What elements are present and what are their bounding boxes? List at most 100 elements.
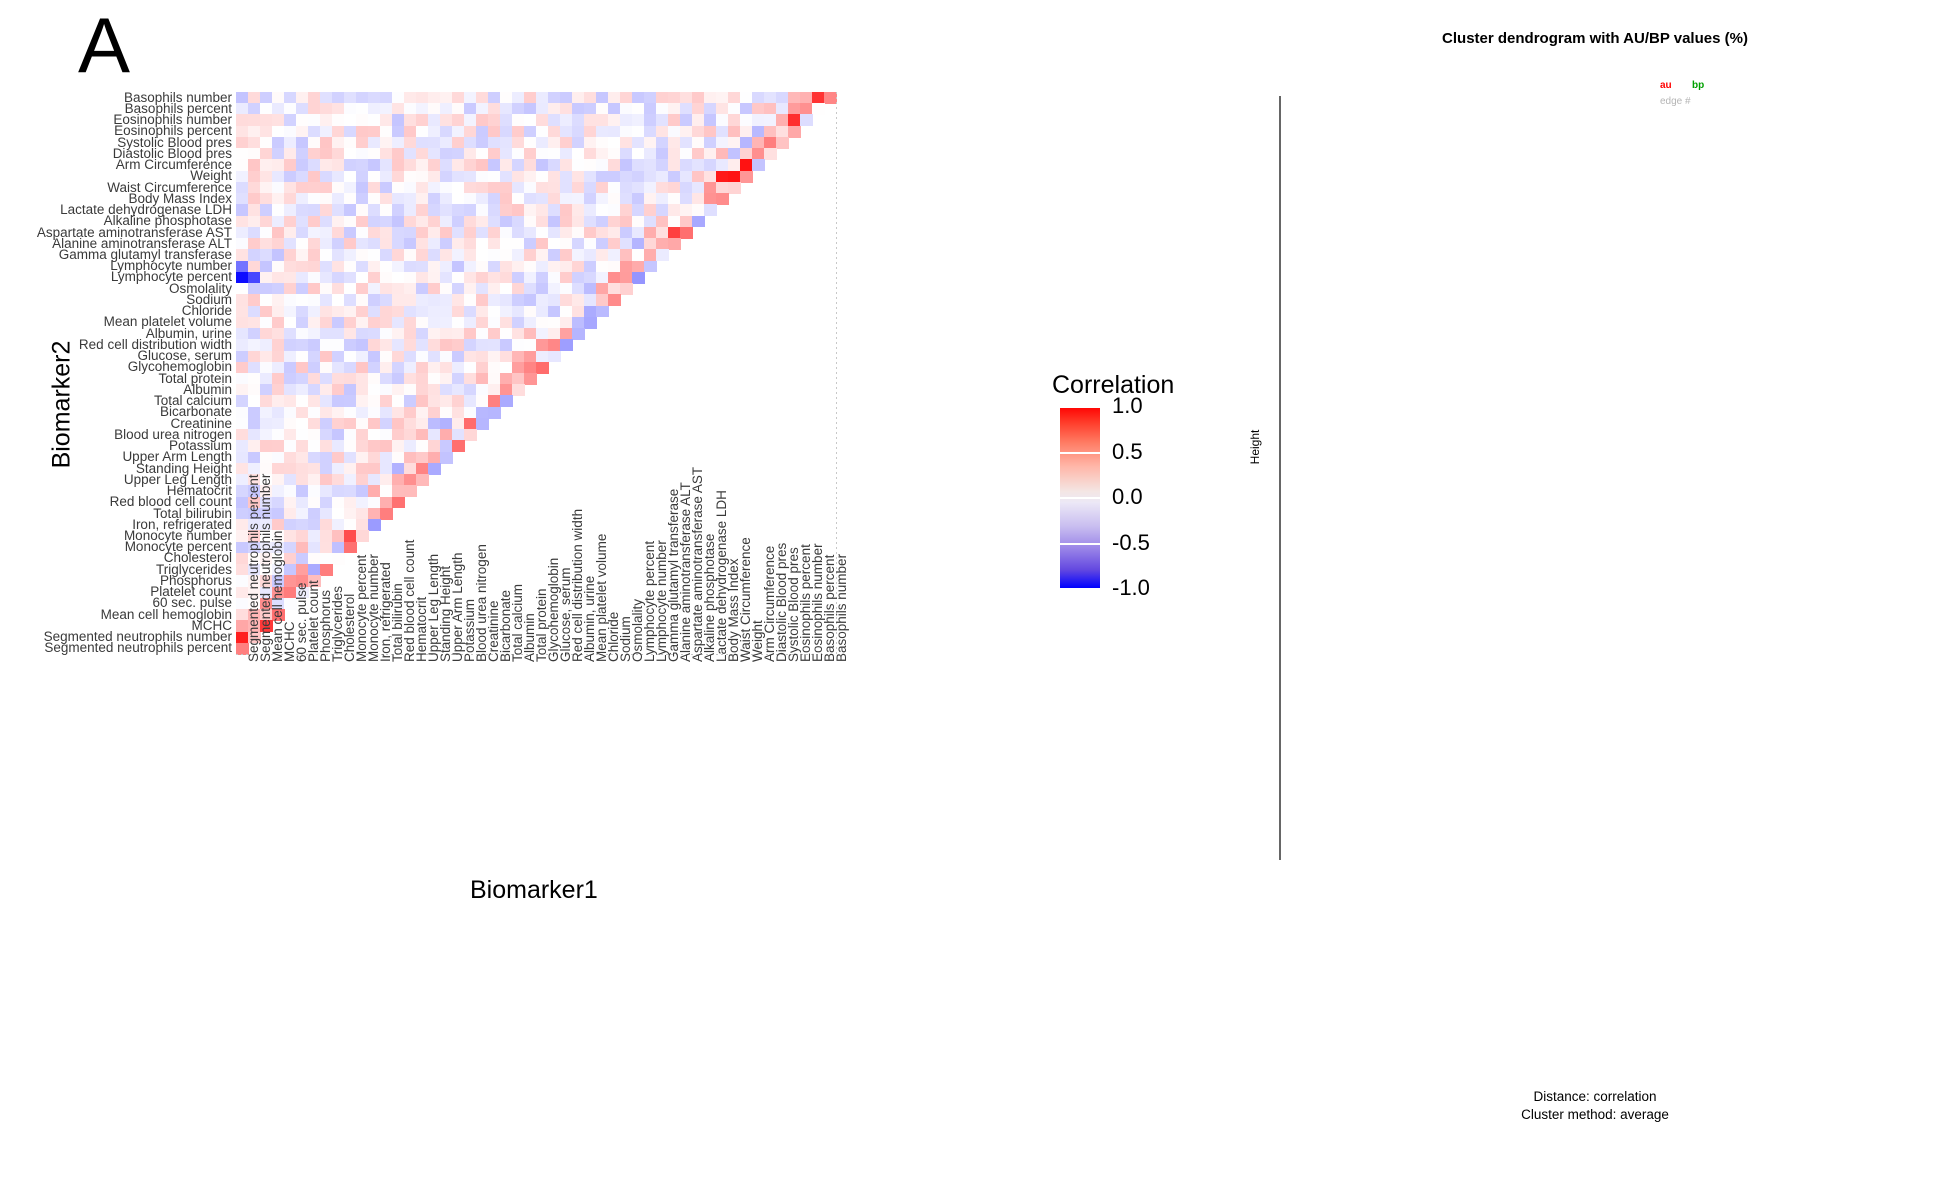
heatmap-cell [452,226,465,239]
heatmap-cell [440,328,453,340]
heatmap-cell [464,417,477,430]
heatmap-cell [272,181,285,194]
heatmap-cell [320,530,333,543]
heatmap-cell [260,339,273,352]
heatmap-cell [236,339,249,352]
heatmap-cell [524,125,537,138]
heatmap-cell [308,283,321,295]
heatmap-cell [272,395,285,408]
heatmap-cell [500,136,513,149]
heatmap-cell [692,114,705,127]
heatmap-cell [668,226,681,239]
heatmap-cell [560,339,573,352]
heatmap-cell [380,429,393,442]
heatmap-cell [296,541,309,554]
heatmap-cell [428,283,441,295]
heatmap-cell [512,103,525,116]
heatmap-cell [488,125,501,138]
heatmap-cell [536,215,549,228]
heatmap-cell [560,328,573,340]
heatmap-cell [440,181,453,194]
heatmap-cell [320,373,333,385]
heatmap-cell [704,114,717,127]
heatmap-cell [236,215,249,228]
heatmap-cell [248,136,261,149]
heatmap-cell [368,417,381,430]
heatmap-cell [272,361,285,374]
heatmap-cell [296,417,309,430]
heatmap-cell [452,440,465,453]
heatmap-cell [416,350,429,363]
heatmap-cell [248,226,261,239]
heatmap-cell [512,294,525,307]
heatmap-cell [296,148,309,161]
heatmap-cell [404,238,417,250]
heatmap-cell [680,226,693,239]
heatmap-cell [392,440,405,453]
heatmap-cell [524,373,537,385]
heatmap-cell [332,496,345,509]
heatmap-cell [236,260,249,273]
heatmap-cell [308,103,321,116]
heatmap-cell [776,136,789,149]
heatmap-cell [572,103,585,116]
heatmap-cell [332,417,345,430]
heatmap-cell [572,193,585,205]
heatmap-cell [572,238,585,250]
heatmap-cell [668,215,681,228]
heatmap-cell [584,249,597,262]
heatmap-cell [272,519,285,531]
heatmap-cell [620,271,633,284]
heatmap-cell [488,305,501,318]
heatmap-cell [416,451,429,464]
heatmap-cell [284,552,297,565]
heatmap-cell [752,159,765,172]
heatmap-cell [356,159,369,172]
heatmap-cell [464,305,477,318]
heatmap-cell [320,440,333,453]
heatmap-cell [512,328,525,340]
heatmap-cell [440,114,453,127]
heatmap-cell [308,271,321,284]
heatmap-cell [332,170,345,183]
heatmap-cell [392,159,405,172]
heatmap-cell [548,103,561,116]
heatmap-cell [260,159,273,172]
heatmap-cell [332,136,345,149]
heatmap-cell [428,350,441,363]
heatmap-cell [344,181,357,194]
heatmap-cell [632,92,645,104]
heatmap-cell [680,204,693,217]
heatmap-cell [668,238,681,250]
heatmap-cell [584,92,597,104]
heatmap-cell [572,114,585,127]
heatmap-cell [368,260,381,273]
heatmap-cell [464,271,477,284]
heatmap-cell [284,519,297,531]
heatmap-cell [596,114,609,127]
heatmap-cell [716,193,729,205]
heatmap-cell [368,283,381,295]
heatmap-cell [296,429,309,442]
heatmap-cell [368,125,381,138]
heatmap-cell [620,283,633,295]
heatmap-cell [704,181,717,194]
heatmap-cell [548,136,561,149]
heatmap-cell [404,328,417,340]
heatmap-cell [344,485,357,498]
heatmap-cell [500,125,513,138]
heatmap-cell [284,170,297,183]
heatmap-cell [296,226,309,239]
heatmap-cell [500,204,513,217]
heatmap-cell [740,103,753,116]
heatmap-cell [452,114,465,127]
heatmap-cell [452,103,465,116]
heatmap-cell [356,350,369,363]
panel-a-correlation-heatmap: A Biomarker2 Biomarker1 Basophils number… [0,0,1240,1200]
heatmap-cell [704,170,717,183]
heatmap-cell [620,159,633,172]
heatmap-cell [644,159,657,172]
heatmap-cell [572,170,585,183]
heatmap-cell [344,215,357,228]
heatmap-cell [452,148,465,161]
